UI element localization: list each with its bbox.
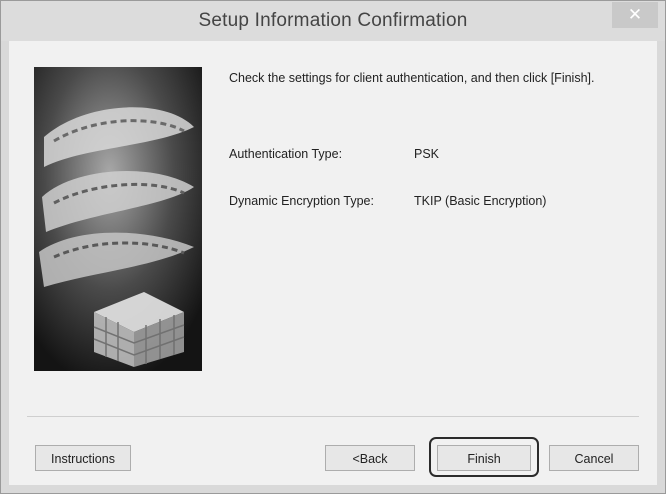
authentication-type-label: Authentication Type: [229,147,343,161]
instructions-button[interactable]: Instructions [35,445,131,471]
wizard-illustration-image [34,67,202,371]
finish-button[interactable]: Finish [437,445,531,471]
button-area-divider [27,416,639,417]
dynamic-encryption-type-label: Dynamic Encryption Type: [229,194,374,208]
dialog-body: Check the settings for client authentica… [9,41,657,485]
close-button[interactable]: ✕ [612,2,658,28]
dynamic-encryption-type-value: TKIP (Basic Encryption) [414,194,547,208]
authentication-type-value: PSK [414,147,440,161]
cancel-button[interactable]: Cancel [549,445,639,471]
back-button[interactable]: <Back [325,445,415,471]
title-bar: Setup Information Confirmation ✕ [1,1,665,41]
instruction-message: Check the settings for client authentica… [229,71,595,85]
close-icon: ✕ [627,5,643,24]
window-title: Setup Information Confirmation [198,10,468,31]
setup-dialog: Setup Information Confirmation ✕ Check t… [0,0,666,494]
